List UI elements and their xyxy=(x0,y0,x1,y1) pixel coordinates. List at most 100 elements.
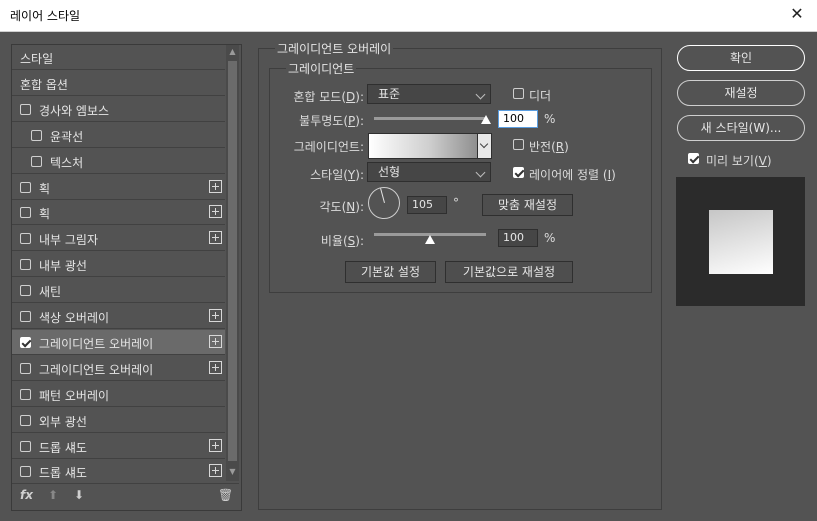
sidebar-item-checkbox[interactable] xyxy=(20,207,31,218)
dither-checkbox[interactable] xyxy=(513,88,524,99)
opacity-slider[interactable] xyxy=(374,117,486,120)
sidebar-item[interactable]: 윤곽선 xyxy=(12,123,225,148)
chevron-down-icon xyxy=(475,89,486,100)
reset-button[interactable]: 재설정 xyxy=(677,80,805,106)
add-instance-icon[interactable] xyxy=(209,205,222,218)
sidebar-item[interactable]: 획 xyxy=(12,175,225,200)
sidebar-item-label: 내부 그림자 xyxy=(39,233,99,247)
sidebar-item-checkbox[interactable] xyxy=(31,156,42,167)
window-title: 레이어 스타일 xyxy=(10,9,81,23)
reset-to-default-button[interactable]: 기본값으로 재설정 xyxy=(445,261,573,283)
add-instance-icon[interactable] xyxy=(209,464,222,477)
add-instance-icon[interactable] xyxy=(209,335,222,348)
opacity-slider-knob[interactable] xyxy=(481,115,491,124)
align-with-layer-label: 레이어에 정렬 (I) xyxy=(529,168,616,182)
preview-checkbox[interactable] xyxy=(688,153,699,164)
scale-unit: % xyxy=(544,231,556,245)
preview-swatch xyxy=(709,210,773,274)
reset-alignment-button[interactable]: 맞춤 재설정 xyxy=(482,194,573,216)
opacity-input[interactable]: 100 xyxy=(498,110,538,128)
sidebar-item[interactable]: 스타일 xyxy=(12,45,225,70)
scale-input[interactable]: 100 xyxy=(498,229,538,247)
style-select[interactable]: 선형 xyxy=(367,162,491,182)
preview-label: 미리 보기(V) xyxy=(706,154,772,168)
trash-icon[interactable]: 🗑 xyxy=(218,488,233,502)
dither-label: 디더 xyxy=(529,89,552,103)
sidebar-item[interactable]: 경사와 엠보스 xyxy=(12,97,225,122)
gradient-group: 그레이디언트 혼합 모드(D): 표준 디더 불투명도(P): 100 % 그레… xyxy=(269,60,652,293)
sidebar-scrollbar[interactable]: ▲ ▼ xyxy=(226,45,239,481)
sidebar-item[interactable]: 드롭 섀도 xyxy=(12,459,225,484)
close-icon[interactable]: ✕ xyxy=(787,4,807,24)
preview-thumbnail xyxy=(676,177,805,306)
scroll-thumb[interactable] xyxy=(228,61,237,461)
sidebar-item-checkbox[interactable] xyxy=(20,311,31,322)
gradient-label: 그레이디언트: xyxy=(293,140,364,154)
sidebar-item[interactable]: 내부 그림자 xyxy=(12,226,225,251)
sidebar-item[interactable]: 획 xyxy=(12,200,225,225)
sidebar-item-checkbox[interactable] xyxy=(20,182,31,193)
sidebar-item-label: 드롭 섀도 xyxy=(39,466,87,480)
sidebar-item-checkbox[interactable] xyxy=(20,389,31,400)
angle-label: 각도(N): xyxy=(319,200,365,214)
gradient-overlay-panel: 그레이디언트 오버레이 그레이디언트 혼합 모드(D): 표준 디더 불투명도(… xyxy=(258,40,662,510)
gradient-swatch[interactable] xyxy=(368,133,479,159)
sidebar-item-checkbox[interactable] xyxy=(20,104,31,115)
sidebar-item-checkbox[interactable] xyxy=(20,441,31,452)
sidebar-item[interactable]: 외부 광선 xyxy=(12,408,225,433)
angle-dial[interactable] xyxy=(368,187,400,219)
sidebar-item-label: 드롭 섀도 xyxy=(39,441,87,455)
scroll-up-icon[interactable]: ▲ xyxy=(226,45,239,59)
sidebar-item-checkbox[interactable] xyxy=(20,259,31,270)
sidebar-item-label: 획 xyxy=(39,207,51,221)
fx-icon[interactable]: fx xyxy=(20,488,33,502)
sidebar-item-checkbox[interactable] xyxy=(20,415,31,426)
add-instance-icon[interactable] xyxy=(209,231,222,244)
new-style-button[interactable]: 새 스타일(W)... xyxy=(677,115,805,141)
sidebar-item-checkbox[interactable] xyxy=(20,363,31,374)
move-down-icon[interactable]: ⬇ xyxy=(74,488,84,502)
chevron-down-icon xyxy=(479,139,489,149)
sidebar-item-label: 혼합 옵션 xyxy=(20,78,68,92)
make-default-button[interactable]: 기본값 설정 xyxy=(345,261,436,283)
sidebar-item-label: 색상 오버레이 xyxy=(39,311,110,325)
sidebar-item-label: 패턴 오버레이 xyxy=(39,389,110,403)
sidebar-item[interactable]: 텍스처 xyxy=(12,149,225,174)
scale-slider-knob[interactable] xyxy=(425,235,435,244)
angle-input[interactable]: 105 xyxy=(407,196,447,214)
reverse-checkbox[interactable] xyxy=(513,139,524,150)
gradient-picker-button[interactable] xyxy=(477,133,492,159)
sidebar-item[interactable]: 내부 광선 xyxy=(12,252,225,277)
add-instance-icon[interactable] xyxy=(209,180,222,193)
sidebar-item-label: 윤곽선 xyxy=(50,130,84,144)
sidebar-item-label: 텍스처 xyxy=(50,156,84,170)
sidebar-item-label: 새틴 xyxy=(39,285,62,299)
add-instance-icon[interactable] xyxy=(209,309,222,322)
sidebar-item[interactable]: 색상 오버레이 xyxy=(12,304,225,329)
blend-mode-select[interactable]: 표준 xyxy=(367,84,491,104)
add-instance-icon[interactable] xyxy=(209,361,222,374)
scroll-down-icon[interactable]: ▼ xyxy=(226,465,239,479)
sidebar-item[interactable]: 새틴 xyxy=(12,278,225,303)
sidebar-item[interactable]: 패턴 오버레이 xyxy=(12,382,225,407)
chevron-down-icon xyxy=(475,167,486,178)
sidebar-item-checkbox[interactable] xyxy=(31,130,42,141)
sidebar-item[interactable]: 그레이디언트 오버레이 xyxy=(12,330,225,355)
sidebar-item-checkbox[interactable] xyxy=(20,337,31,348)
opacity-label: 불투명도(P): xyxy=(299,114,364,128)
sidebar-item-checkbox[interactable] xyxy=(20,285,31,296)
move-up-icon[interactable]: ⬆ xyxy=(48,488,58,502)
sidebar-item-checkbox[interactable] xyxy=(20,466,31,477)
group-title: 그레이디언트 오버레이 xyxy=(275,40,394,57)
style-label: 스타일(Y): xyxy=(310,168,364,182)
sidebar-item[interactable]: 그레이디언트 오버레이 xyxy=(12,356,225,381)
add-instance-icon[interactable] xyxy=(209,439,222,452)
sidebar-item[interactable]: 혼합 옵션 xyxy=(12,71,225,96)
sidebar-item-label: 외부 광선 xyxy=(39,415,87,429)
sidebar-item[interactable]: 드롭 섀도 xyxy=(12,434,225,459)
sidebar-item-checkbox[interactable] xyxy=(20,233,31,244)
align-with-layer-checkbox[interactable] xyxy=(513,167,524,178)
gradient-group-title: 그레이디언트 xyxy=(286,60,357,77)
ok-button[interactable]: 확인 xyxy=(677,45,805,71)
angle-dial-hand xyxy=(380,188,385,203)
